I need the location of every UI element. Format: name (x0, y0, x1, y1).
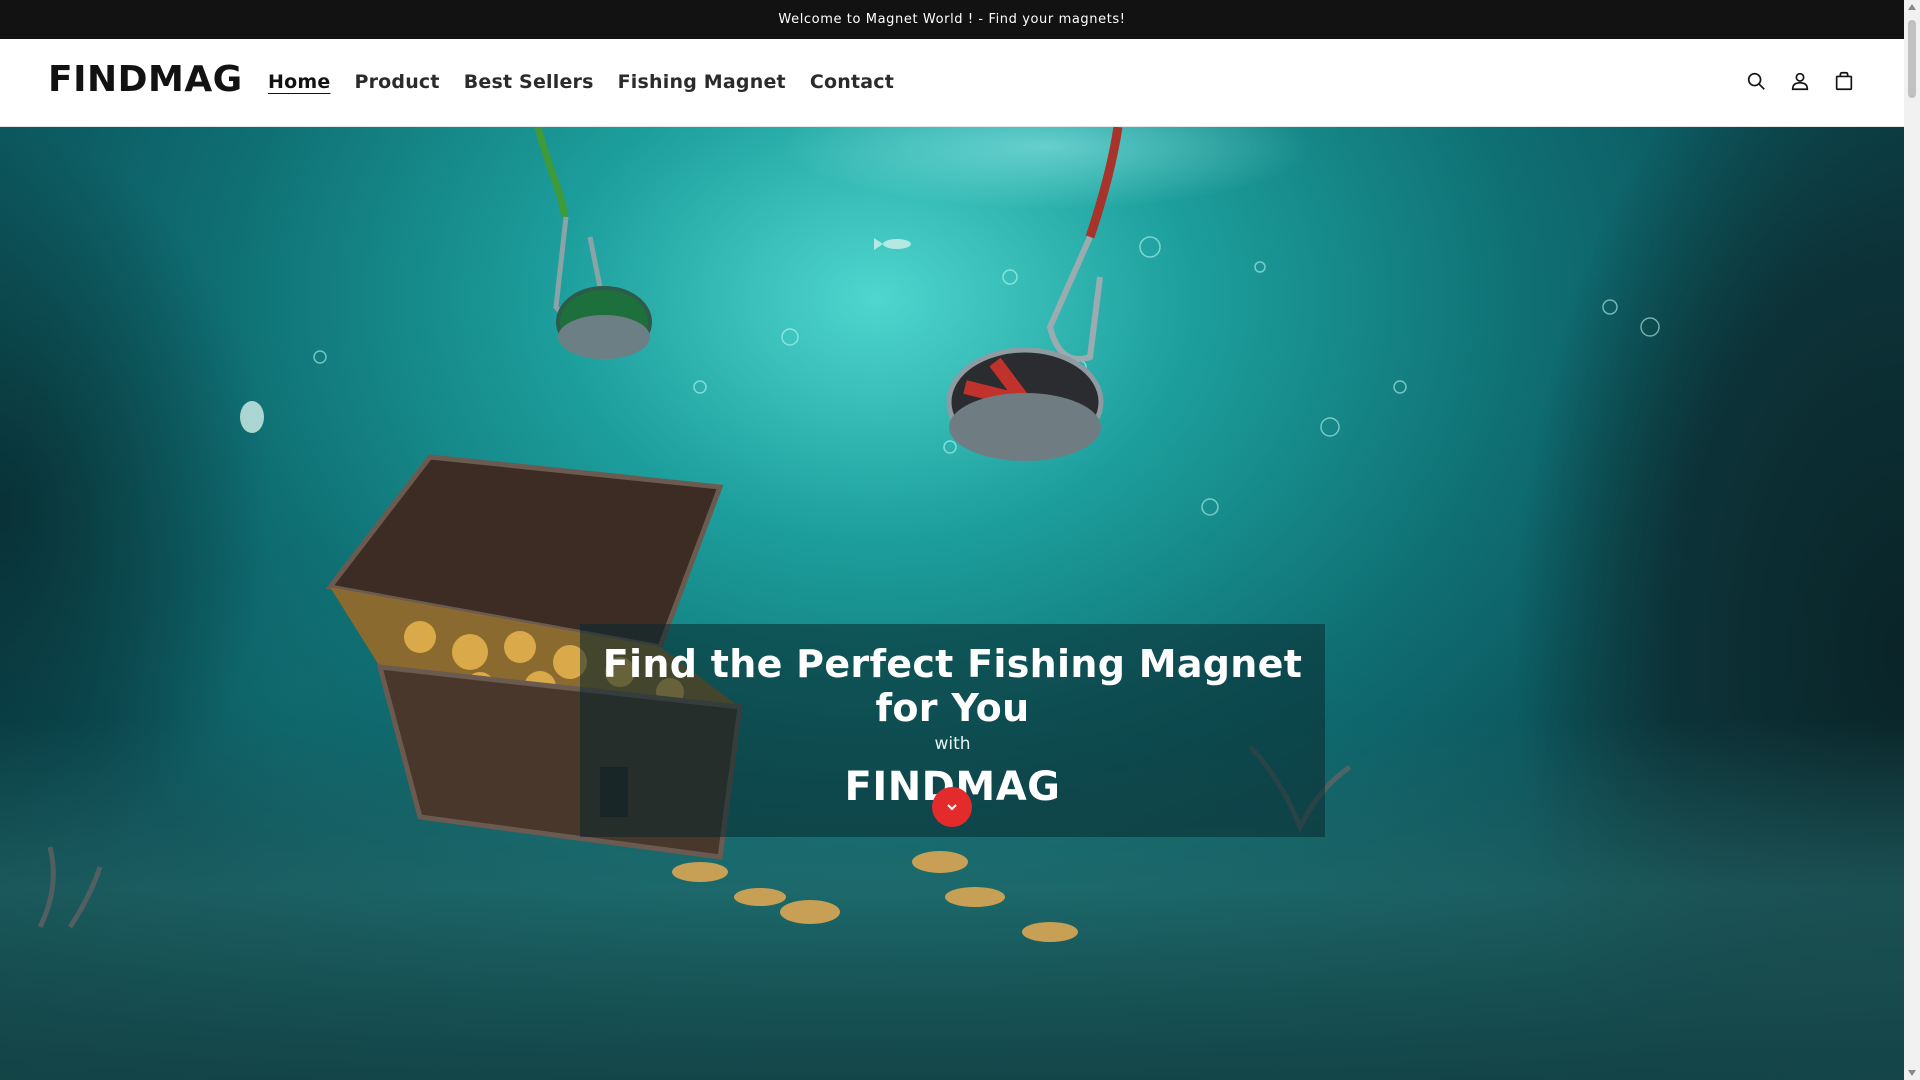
account-icon[interactable] (1784, 65, 1816, 97)
scroll-down-button[interactable] (932, 787, 972, 827)
cart-icon[interactable] (1828, 65, 1860, 97)
hero-content-box: Find the Perfect Fishing Magnet for You … (580, 624, 1325, 837)
main-nav: Home Product Best Sellers Fishing Magnet… (256, 67, 906, 97)
nav-fishing-magnet[interactable]: Fishing Magnet (606, 67, 798, 97)
announcement-bar: Welcome to Magnet World ! - Find your ma… (0, 0, 1904, 39)
search-icon[interactable] (1740, 65, 1772, 97)
page-scrollbar[interactable] (1904, 0, 1920, 1080)
scroll-up-arrow-icon[interactable] (1908, 4, 1916, 10)
nav-contact[interactable]: Contact (798, 67, 906, 97)
chevron-down-icon (947, 804, 957, 811)
nav-home[interactable]: Home (256, 67, 342, 97)
header-icons (1740, 65, 1860, 97)
nav-product[interactable]: Product (342, 67, 451, 97)
hero-with-text: with (934, 734, 971, 754)
scroll-down-arrow-icon[interactable] (1908, 1070, 1916, 1076)
hero-banner: Find the Perfect Fishing Magnet for You … (0, 127, 1904, 1080)
site-logo[interactable]: FINDMAG (48, 59, 243, 100)
nav-best-sellers[interactable]: Best Sellers (452, 67, 606, 97)
hero-title: Find the Perfect Fishing Magnet for You (602, 642, 1303, 730)
announcement-text: Welcome to Magnet World ! - Find your ma… (778, 12, 1126, 27)
hero-illustration (37, 127, 1660, 942)
site-header: FINDMAG Home Product Best Sellers Fishin… (0, 39, 1904, 127)
scroll-thumb[interactable] (1908, 20, 1916, 98)
